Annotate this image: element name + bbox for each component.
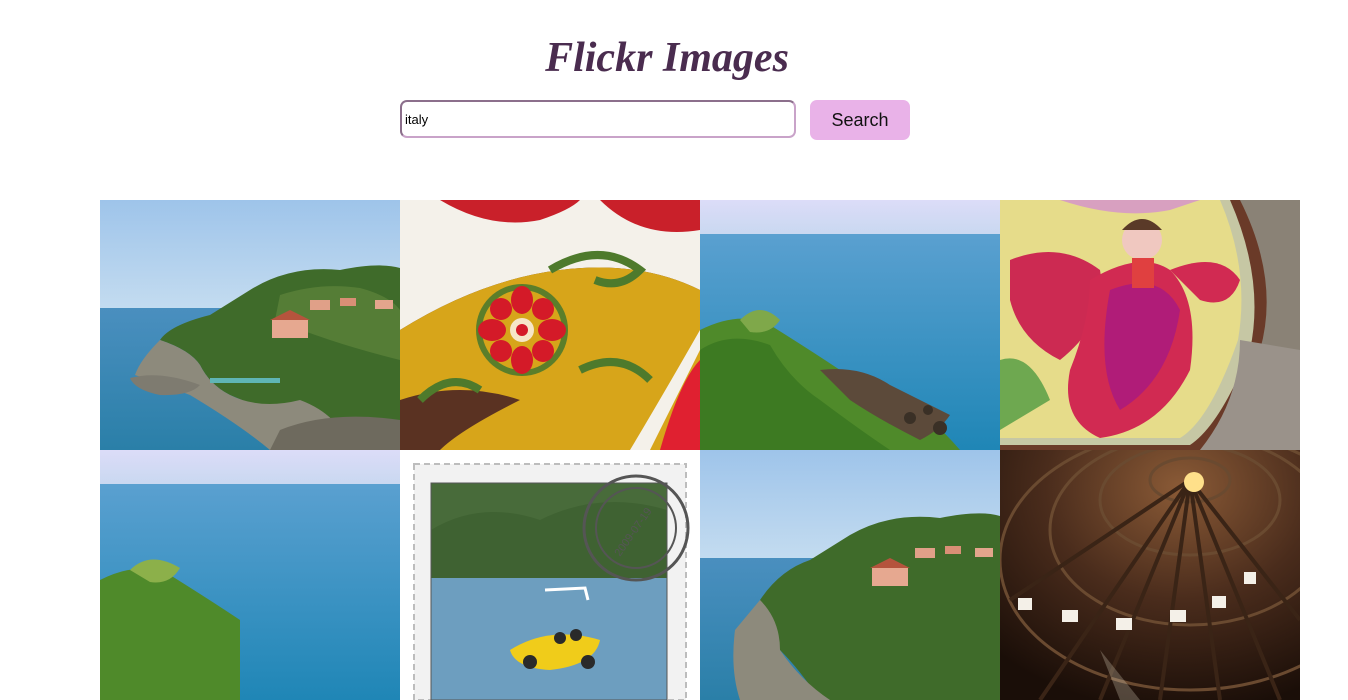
gallery-photo-flower-carpet[interactable] [400,200,700,450]
search-button[interactable]: Search [810,100,910,140]
sea-hillside-image [700,200,1000,450]
image-gallery: 2009-07-19 [100,200,1300,700]
flower-carpet-image [400,200,700,450]
postage-stamp-image: 2009-07-19 [400,450,700,700]
coastal-village-image [700,450,1000,700]
search-input[interactable] [400,100,796,138]
coastal-village-image [100,200,400,450]
gallery-photo-coastal-village-2[interactable] [700,450,1000,700]
gallery-photo-flower-figure[interactable] [1000,200,1300,450]
dome-interior-image [1000,450,1300,700]
gallery-photo-dome-interior[interactable] [1000,450,1300,700]
flower-figure-image [1000,200,1300,450]
gallery-photo-sea-hillside[interactable] [700,200,1000,450]
gallery-photo-sea-hillside-2[interactable] [100,450,400,700]
gallery-photo-coastal-village[interactable] [100,200,400,450]
sea-hillside-image [100,450,400,700]
gallery-photo-postage-stamp[interactable]: 2009-07-19 [400,450,700,700]
page-title: Flickr Images [545,35,789,81]
